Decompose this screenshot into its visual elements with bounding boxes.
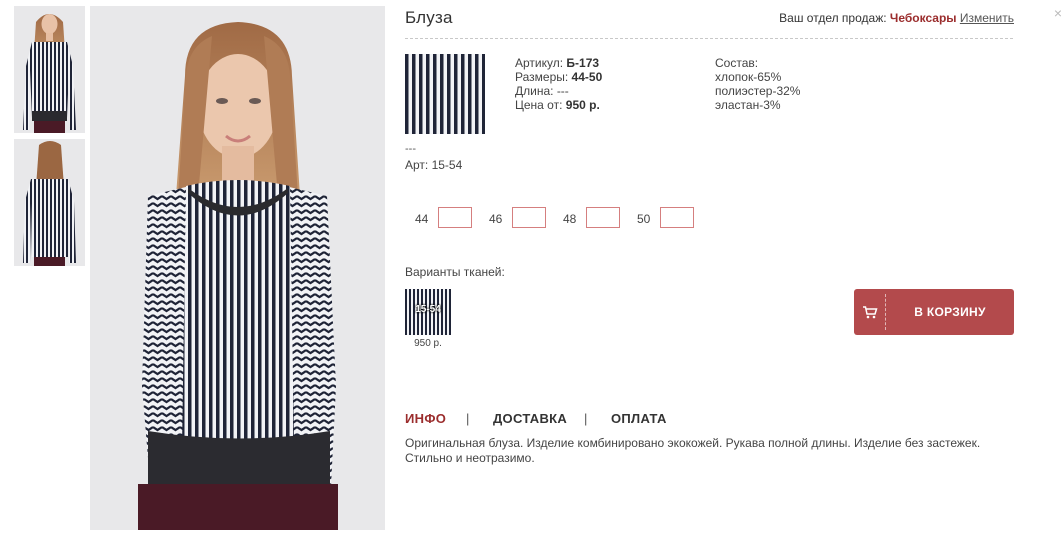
tab-payment[interactable]: ОПЛАТА <box>611 411 667 426</box>
change-region-link[interactable]: Изменить <box>960 11 1014 25</box>
composition-label: Состав: <box>715 56 759 70</box>
fabric-dash: --- <box>405 143 416 155</box>
product-photo-image <box>90 6 385 530</box>
tab-separator: | <box>466 411 470 426</box>
add-to-cart-button[interactable]: В КОРЗИНУ <box>854 289 1014 335</box>
tab-delivery[interactable]: ДОСТАВКА <box>493 411 567 426</box>
size-qty-48[interactable] <box>586 207 620 228</box>
sales-region-city: Чебоксары <box>889 11 957 25</box>
product-main-photo[interactable] <box>90 6 385 530</box>
thumbnail-front-image <box>14 6 85 133</box>
size-qty-44[interactable] <box>438 207 472 228</box>
fabric-variant-swatch[interactable]: 15-54 <box>405 289 451 335</box>
product-description: Оригинальная блуза. Изделие комбинирован… <box>405 436 981 465</box>
size-label-44: 44 <box>415 212 429 226</box>
size-label-46: 46 <box>489 212 503 226</box>
price-row: Цена от: 950 р. <box>515 98 600 112</box>
fabric-variant-code: 15-54 <box>415 304 441 315</box>
article-value: Б-173 <box>566 56 600 70</box>
size-label-48: 48 <box>563 212 577 226</box>
size-label-50: 50 <box>637 212 651 226</box>
thumbnail-front[interactable] <box>14 6 85 133</box>
thumbnail-back-image <box>14 139 85 266</box>
price-value: 950 р. <box>565 98 600 112</box>
sales-region: Ваш отдел продаж: Чебоксары Изменить <box>779 11 1014 25</box>
add-to-cart-label: В КОРЗИНУ <box>914 305 986 319</box>
product-properties: Артикул: Б-173 Размеры: 44-50 Длина: ---… <box>515 56 602 112</box>
tab-info[interactable]: ИНФО <box>405 411 446 426</box>
sizes-value: 44-50 <box>571 70 603 84</box>
tab-separator: | <box>584 411 588 426</box>
fabric-variants-label: Варианты тканей: <box>405 265 505 279</box>
close-icon[interactable]: × <box>1054 5 1062 21</box>
cart-icon <box>862 304 878 320</box>
fabric-article-code: Арт: 15-54 <box>405 158 463 172</box>
fabric-swatch <box>405 54 485 134</box>
sales-region-label: Ваш отдел продаж: <box>779 11 887 25</box>
composition-item: хлопок-65% <box>715 70 782 84</box>
length-value: --- <box>556 84 569 98</box>
composition: Состав: хлопок-65% полиэстер-32% эластан… <box>715 56 800 112</box>
article-row: Артикул: Б-173 <box>515 56 600 70</box>
composition-item: полиэстер-32% <box>715 84 801 98</box>
thumbnail-back[interactable] <box>14 139 85 266</box>
composition-item: эластан-3% <box>715 98 781 112</box>
fabric-variant-price: 950 р. <box>414 338 442 349</box>
sizes-row: Размеры: 44-50 <box>515 70 603 84</box>
product-title: Блуза <box>405 8 453 27</box>
size-qty-50[interactable] <box>660 207 694 228</box>
length-row: Длина: --- <box>515 84 569 98</box>
header-divider <box>405 38 1013 39</box>
size-qty-46[interactable] <box>512 207 546 228</box>
